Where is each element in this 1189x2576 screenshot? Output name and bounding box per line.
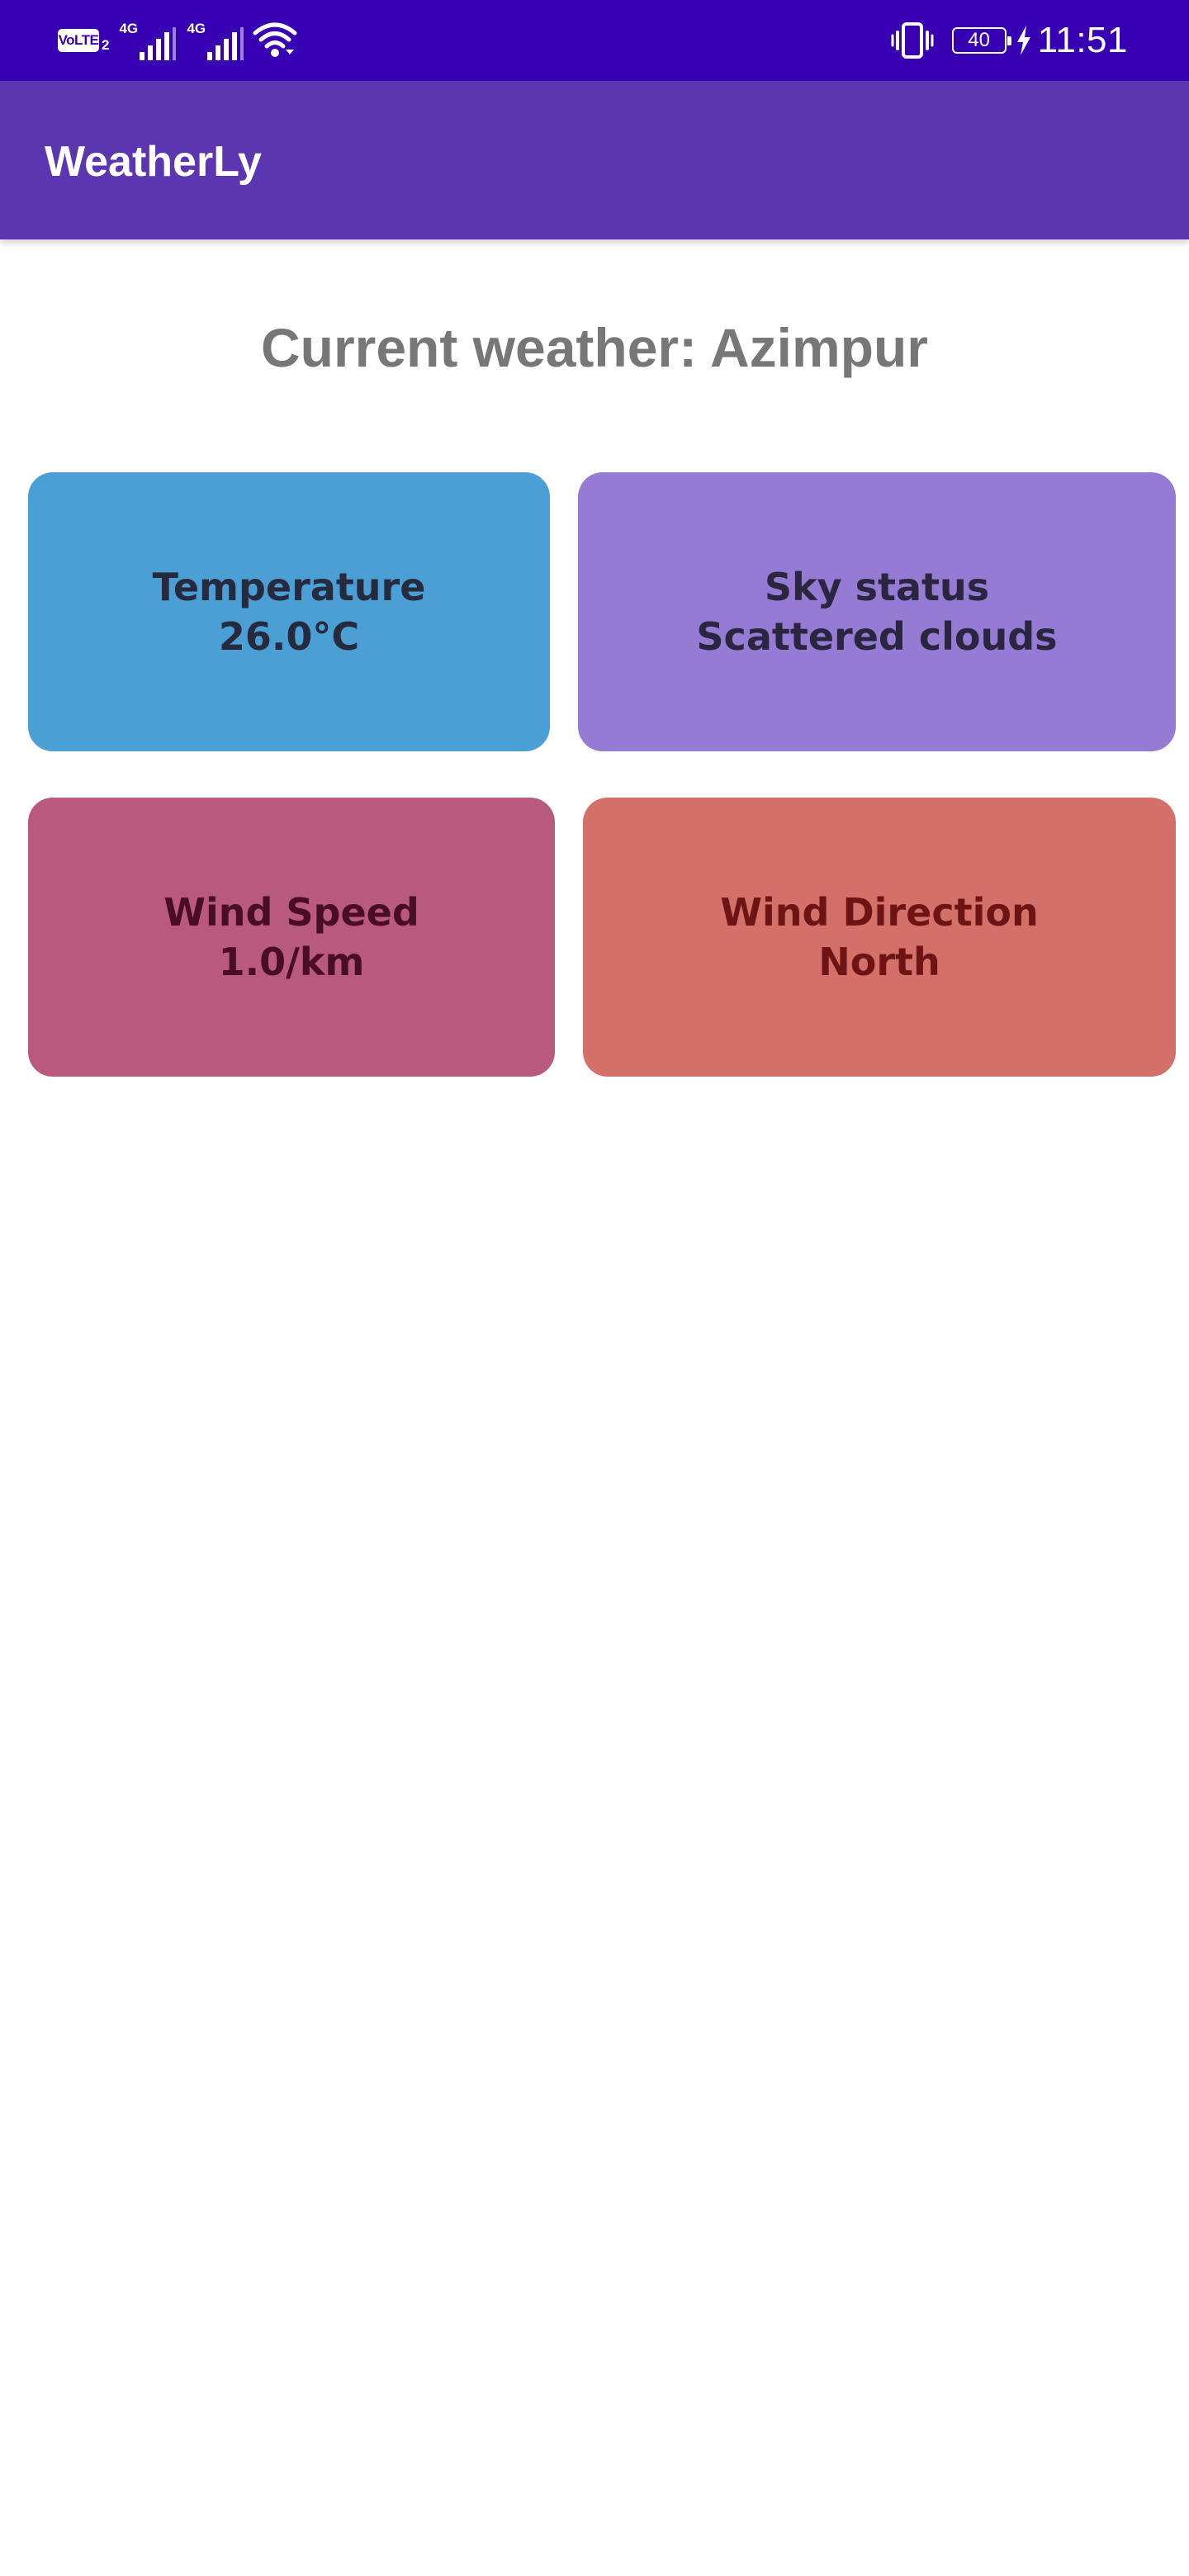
battery-icon: 40 xyxy=(951,27,1011,54)
network-type-label: 4G xyxy=(119,21,139,36)
signal-icon xyxy=(207,27,244,60)
charging-bolt-icon xyxy=(1016,26,1030,55)
status-bar-right: 40 11:51 xyxy=(891,17,1128,64)
wind-speed-label: Wind Speed xyxy=(163,890,419,935)
sim1-signal: 4G xyxy=(119,21,177,60)
sky-status-label: Sky status xyxy=(764,565,990,609)
sim-number: 2 xyxy=(102,37,110,53)
temperature-value: 26.0°C xyxy=(218,614,360,659)
wind-speed-card[interactable]: Wind Speed 1.0/km xyxy=(28,798,555,1077)
app-title: WeatherLy xyxy=(45,138,262,186)
wifi-icon xyxy=(253,21,297,59)
signal-icon xyxy=(140,27,177,60)
sim2-signal: 4G xyxy=(187,21,244,60)
network-type-label: 4G xyxy=(187,21,206,36)
wind-speed-value: 1.0/km xyxy=(218,940,365,984)
sky-status-value: Scattered clouds xyxy=(696,614,1058,659)
temperature-label: Temperature xyxy=(152,565,426,609)
page-title: Current weather: Azimpur xyxy=(261,317,928,378)
app-bar: WeatherLy xyxy=(0,81,1189,239)
sky-status-card[interactable]: Sky status Scattered clouds xyxy=(578,472,1176,751)
temperature-card[interactable]: Temperature 26.0°C xyxy=(28,472,550,751)
volte-icon: VoLTE xyxy=(58,29,99,52)
wind-direction-value: North xyxy=(818,940,940,984)
vibrate-icon xyxy=(891,22,934,59)
wind-direction-card[interactable]: Wind Direction North xyxy=(583,798,1176,1077)
status-clock: 11:51 xyxy=(1037,20,1128,60)
wind-direction-label: Wind Direction xyxy=(720,890,1039,935)
status-bar-left: VoLTE 2 4G 4G xyxy=(58,17,297,64)
status-bar: VoLTE 2 4G 4G 40 11:51 xyxy=(0,0,1189,81)
